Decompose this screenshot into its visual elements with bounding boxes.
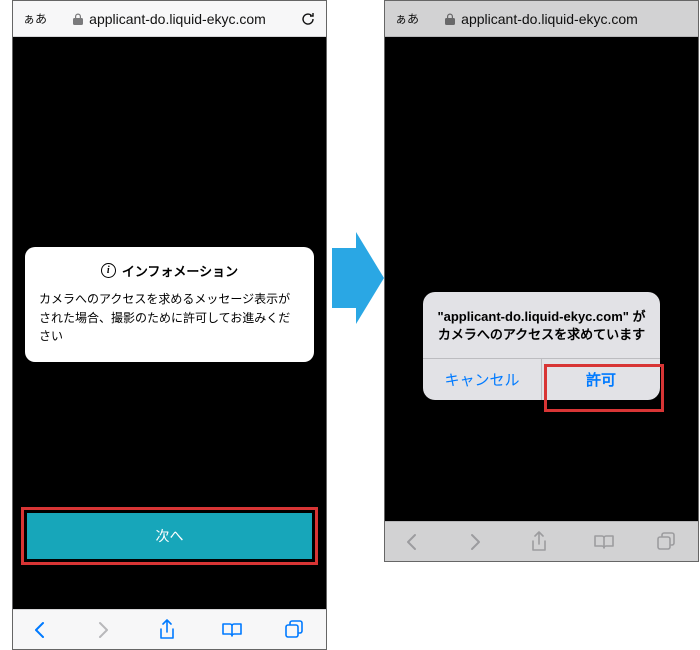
information-card: i インフォメーション カメラへのアクセスを求めるメッセージ表示がされた場合、撮… (25, 247, 314, 362)
info-body: カメラへのアクセスを求めるメッセージ表示がされた場合、撮影のために許可してお進み… (39, 290, 300, 346)
next-button-highlight: 次へ (21, 507, 318, 565)
allow-button[interactable]: 許可 (541, 359, 660, 400)
cancel-button[interactable]: キャンセル (423, 359, 541, 400)
forward-icon (96, 620, 118, 640)
next-button[interactable]: 次へ (27, 513, 312, 559)
address-bar: ぁあ applicant-do.liquid-ekyc.com (385, 1, 698, 37)
bookmarks-icon[interactable] (221, 621, 243, 639)
camera-permission-alert: "applicant-do.liquid-ekyc.com" がカメラへのアクセ… (423, 292, 660, 400)
lock-icon (73, 13, 83, 25)
back-icon (405, 532, 427, 552)
bookmarks-icon (593, 533, 615, 551)
alert-message: "applicant-do.liquid-ekyc.com" がカメラへのアクセ… (423, 292, 660, 358)
tabs-icon (656, 532, 678, 552)
browser-toolbar (13, 609, 326, 649)
text-size-toggle: ぁあ (395, 10, 419, 27)
tabs-icon[interactable] (284, 620, 306, 640)
allow-button-highlight (544, 364, 664, 412)
info-heading: i インフォメーション (39, 261, 300, 280)
phone-right: ぁあ applicant-do.liquid-ekyc.com "applica… (384, 0, 699, 562)
back-icon[interactable] (33, 620, 55, 640)
page-content: "applicant-do.liquid-ekyc.com" がカメラへのアクセ… (385, 37, 698, 521)
alert-buttons: キャンセル 許可 (423, 358, 660, 400)
url-text: applicant-do.liquid-ekyc.com (89, 11, 266, 27)
info-icon: i (101, 263, 116, 278)
text-size-toggle[interactable]: ぁあ (23, 10, 47, 27)
share-icon (530, 531, 552, 553)
url-text: applicant-do.liquid-ekyc.com (461, 11, 638, 27)
share-icon[interactable] (158, 619, 180, 641)
address-bar[interactable]: ぁあ applicant-do.liquid-ekyc.com (13, 1, 326, 37)
phone-left: ぁあ applicant-do.liquid-ekyc.com i インフォメー… (12, 0, 327, 650)
browser-toolbar (385, 521, 698, 561)
reload-icon[interactable] (300, 11, 316, 27)
info-title: インフォメーション (122, 261, 238, 280)
page-content: i インフォメーション カメラへのアクセスを求めるメッセージ表示がされた場合、撮… (13, 37, 326, 609)
lock-icon (445, 13, 455, 25)
forward-icon (468, 532, 490, 552)
